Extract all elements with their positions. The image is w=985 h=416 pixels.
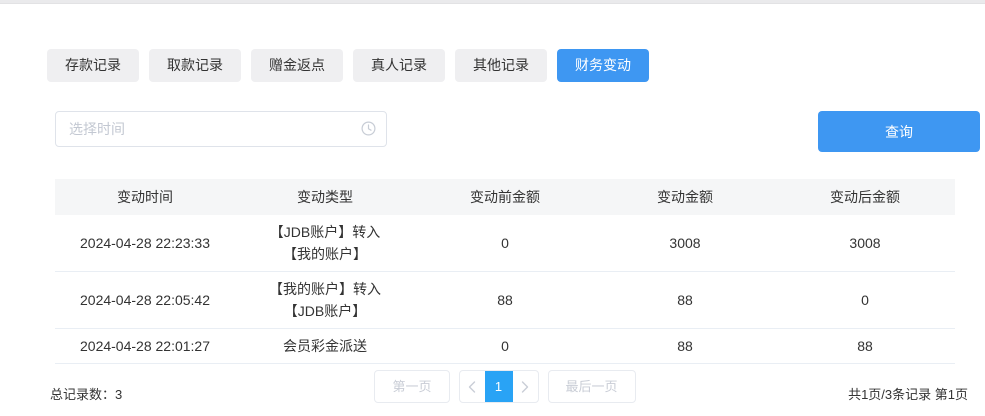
table-header: 变动时间 变动类型 变动前金额 变动金额 变动后金额 xyxy=(55,179,955,215)
column-change-amount: 变动金额 xyxy=(595,179,775,215)
cell-amount-before: 0 xyxy=(415,215,595,272)
column-change-type: 变动类型 xyxy=(235,179,415,215)
record-tabs: 存款记录 取款记录 赠金返点 真人记录 其他记录 财务变动 xyxy=(47,49,985,82)
tab-deposit-records[interactable]: 存款记录 xyxy=(47,49,139,82)
search-button[interactable]: 查询 xyxy=(818,111,980,152)
column-amount-after: 变动后金额 xyxy=(775,179,955,215)
total-records-value: 3 xyxy=(115,387,122,402)
date-range-picker[interactable] xyxy=(55,111,387,147)
cell-amount-after: 0 xyxy=(775,272,955,329)
tab-finance-changes[interactable]: 财务变动 xyxy=(557,49,649,82)
cell-amount-after: 88 xyxy=(775,329,955,364)
tab-bonus-rebate[interactable]: 赠金返点 xyxy=(251,49,343,82)
table-row: 2024-04-28 22:01:27 会员彩金派送 0 88 88 xyxy=(55,329,955,364)
total-records-label: 总记录数： xyxy=(50,387,115,402)
tab-other-records[interactable]: 其他记录 xyxy=(455,49,547,82)
tab-live-records[interactable]: 真人记录 xyxy=(353,49,445,82)
column-amount-before: 变动前金额 xyxy=(415,179,595,215)
page-summary-text: 共1页/3条记录 第1页 xyxy=(848,384,968,403)
table-row: 2024-04-28 22:05:42 【我的账户】转入【JDB账户】 88 8… xyxy=(55,272,955,329)
column-change-time: 变动时间 xyxy=(55,179,235,215)
cell-amount-before: 0 xyxy=(415,329,595,364)
cell-change-amount: 88 xyxy=(595,329,775,364)
finance-changes-table: 变动时间 变动类型 变动前金额 变动金额 变动后金额 2024-04-28 22… xyxy=(55,179,955,364)
cell-amount-before: 88 xyxy=(415,272,595,329)
cell-change-type: 【我的账户】转入【JDB账户】 xyxy=(235,272,415,329)
cell-change-time: 2024-04-28 22:23:33 xyxy=(55,215,235,272)
table-row: 2024-04-28 22:23:33 【JDB账户】转入【我的账户】 0 30… xyxy=(55,215,955,272)
last-page-button[interactable]: 最后一页 xyxy=(548,370,636,403)
cell-amount-after: 3008 xyxy=(775,215,955,272)
current-page-button[interactable]: 1 xyxy=(485,371,513,402)
tab-withdrawal-records[interactable]: 取款记录 xyxy=(149,49,241,82)
cell-change-type: 【JDB账户】转入【我的账户】 xyxy=(235,215,415,272)
top-divider xyxy=(0,0,985,4)
total-records-text: 总记录数：3 xyxy=(50,384,122,403)
cell-change-time: 2024-04-28 22:01:27 xyxy=(55,329,235,364)
cell-change-time: 2024-04-28 22:05:42 xyxy=(55,272,235,329)
first-page-button[interactable]: 第一页 xyxy=(374,370,449,403)
pagination: 第一页 1 最后一页 xyxy=(55,370,955,403)
chevron-left-icon[interactable] xyxy=(460,371,485,402)
filter-row: 查询 xyxy=(55,111,980,152)
cell-change-amount: 3008 xyxy=(595,215,775,272)
page-number-group: 1 xyxy=(459,370,539,403)
cell-change-type: 会员彩金派送 xyxy=(235,329,415,364)
cell-change-amount: 88 xyxy=(595,272,775,329)
chevron-right-icon[interactable] xyxy=(513,371,538,402)
date-input[interactable] xyxy=(55,111,387,147)
